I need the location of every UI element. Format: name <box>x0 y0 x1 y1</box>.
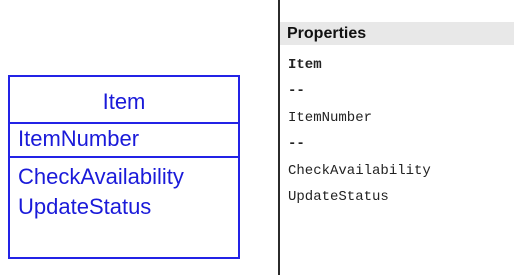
operations-compartment: CheckAvailability UpdateStatus <box>10 158 238 222</box>
property-line-class-name: Item <box>288 57 322 73</box>
property-line-separator: -- <box>288 136 305 153</box>
operation-item: UpdateStatus <box>18 194 152 219</box>
property-line-operation: CheckAvailability <box>288 162 431 179</box>
property-line-separator: -- <box>288 83 305 100</box>
operation-item: CheckAvailability <box>18 164 184 189</box>
class-name: Item <box>10 77 238 124</box>
property-line-attribute: ItemNumber <box>288 109 373 126</box>
attributes-compartment: ItemNumber <box>10 124 238 158</box>
canvas: Item ItemNumber CheckAvailability Update… <box>0 0 514 275</box>
property-line-operation: UpdateStatus <box>288 189 389 206</box>
properties-body[interactable]: Item -- ItemNumber -- CheckAvailability … <box>280 45 514 210</box>
attribute-item: ItemNumber <box>18 126 140 151</box>
uml-class-box[interactable]: Item ItemNumber CheckAvailability Update… <box>8 75 240 259</box>
properties-header: Properties <box>280 22 514 45</box>
properties-panel: Properties Item -- ItemNumber -- CheckAv… <box>280 22 514 275</box>
